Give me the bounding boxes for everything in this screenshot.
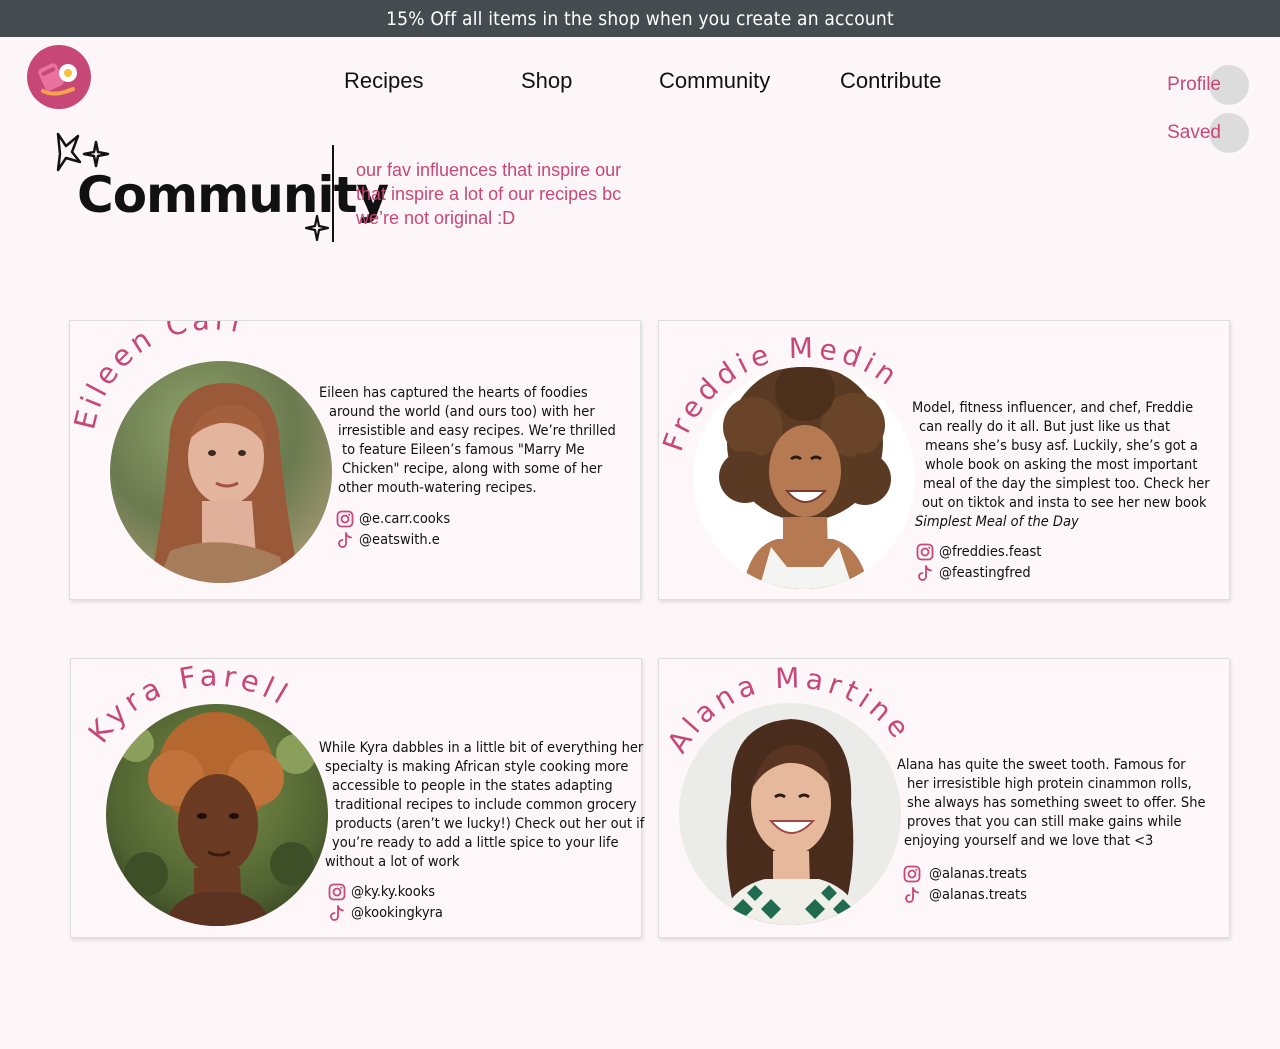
bio-line: means she’s busy asf. Luckily, she’s got… [925, 438, 1198, 454]
influencer-bio: Eileen has captured the hearts of foodie… [319, 384, 616, 498]
instagram-handle: @alanas.treats [929, 866, 1027, 882]
bio-line: to feature Eileen’s famous "Marry Me [342, 442, 585, 458]
bio-line: products (aren’t we lucky!) Check out he… [335, 816, 645, 832]
bio-line: Model, fitness influencer, and chef, Fre… [912, 400, 1194, 416]
instagram-icon [903, 865, 921, 883]
bio-line: whole book on asking the most important [925, 457, 1198, 473]
saved-label: Saved [1167, 122, 1221, 143]
influencer-card-kyra: Kyra Farell While Kyra dabbles in a litt… [70, 658, 644, 938]
hero-subtitle: our fav influences that inspire our that… [356, 158, 636, 230]
instagram-icon [916, 543, 934, 561]
instagram-handle: @ky.ky.kooks [351, 884, 436, 900]
tiktok-link[interactable]: @kookingkyra [328, 904, 443, 922]
influencer-card-alana: Alana Martinez Alana has quite the sweet… [658, 658, 1230, 938]
bio-line: Alana has quite the sweet tooth. Famous … [897, 757, 1186, 773]
instagram-handle: @freddies.feast [939, 544, 1042, 560]
hero-subtitle-line: that inspire a lot of our recipes bc [356, 184, 622, 204]
instagram-icon [336, 510, 354, 528]
profile-link[interactable]: Profile [1167, 65, 1249, 105]
page-title: Community [77, 166, 389, 224]
nav-shop[interactable]: Shop [521, 68, 572, 94]
tiktok-handle: @alanas.treats [929, 887, 1027, 903]
influencer-bio: Alana has quite the sweet tooth. Famous … [897, 756, 1206, 851]
tiktok-icon [905, 887, 919, 903]
influencer-card-eileen: Eileen Carr Eileen has captured the hear… [69, 320, 641, 600]
influencer-portrait [110, 361, 332, 583]
hero-divider [332, 145, 334, 242]
instagram-link[interactable]: @freddies.feast [916, 543, 1041, 561]
promo-banner: 15% Off all items in the shop when you c… [0, 0, 1280, 37]
bio-line: traditional recipes to include common gr… [335, 797, 637, 813]
bio-line: irresistible and easy recipes. We’re thr… [338, 423, 616, 439]
influencer-portrait [106, 704, 328, 926]
bio-line: without a lot of work [325, 854, 460, 870]
hero-subtitle-line: we’re not original :D [356, 208, 516, 228]
instagram-link[interactable]: @alanas.treats [903, 865, 1027, 883]
nav-community[interactable]: Community [659, 68, 770, 94]
hero-subtitle-line: our fav influences that inspire our [356, 160, 622, 180]
bio-line: meal of the day the simplest too. Check … [923, 476, 1210, 492]
influencer-portrait [679, 703, 901, 925]
bio-line: other mouth-watering recipes. [338, 480, 537, 496]
bio-line: around the world (and ours too) with her [329, 404, 595, 420]
tiktok-icon [330, 905, 344, 921]
bio-line: Chicken" recipe, along with some of her [342, 461, 603, 477]
bio-line: specialty is making African style cookin… [325, 759, 629, 775]
bio-line: accessible to people in the states adapt… [332, 778, 613, 794]
book-title: Simplest Meal of the Day [915, 514, 1079, 530]
promo-text: 15% Off all items in the shop when you c… [386, 7, 894, 30]
bio-line: you’re ready to add a little spice to yo… [332, 835, 619, 851]
tiktok-link[interactable]: @alanas.treats [903, 886, 1027, 904]
nav-recipes[interactable]: Recipes [344, 68, 423, 94]
tiktok-link[interactable]: @feastingfred [916, 564, 1031, 582]
influencer-card-freddie: Freddie Medina Model, fitness influencer… [658, 320, 1230, 600]
bio-line: can really do it all. But just like us t… [919, 419, 1171, 435]
influencer-bio: While Kyra dabbles in a little bit of ev… [319, 739, 644, 872]
bio-line: Eileen has captured the hearts of foodie… [319, 385, 588, 401]
tiktok-handle: @eatswith.e [359, 532, 440, 548]
instagram-link[interactable]: @ky.ky.kooks [328, 883, 435, 901]
tiktok-icon [918, 565, 932, 581]
tiktok-handle: @kookingkyra [351, 905, 443, 921]
bio-line: her irresistible high protein cinammon r… [907, 776, 1192, 792]
bio-line: enjoying yourself and we love that <3 [904, 833, 1154, 849]
tiktok-link[interactable]: @eatswith.e [336, 531, 440, 549]
profile-label: Profile [1167, 74, 1221, 95]
nav-contribute[interactable]: Contribute [840, 68, 942, 94]
food-logo-icon [38, 63, 77, 96]
site-logo[interactable] [27, 45, 91, 109]
bio-line: While Kyra dabbles in a little bit of ev… [319, 740, 644, 756]
bio-line: she always has something sweet to offer.… [907, 795, 1206, 811]
influencer-bio: Model, fitness influencer, and chef, Fre… [912, 399, 1210, 532]
instagram-link[interactable]: @e.carr.cooks [336, 510, 450, 528]
instagram-handle: @e.carr.cooks [359, 511, 451, 527]
instagram-icon [328, 883, 346, 901]
saved-link[interactable]: Saved [1167, 113, 1249, 153]
bio-line: out on tiktok and insta to see her new b… [922, 495, 1207, 511]
tiktok-handle: @feastingfred [939, 565, 1031, 581]
influencer-portrait [693, 367, 915, 589]
tiktok-icon [338, 532, 352, 548]
bio-line: proves that you can still make gains whi… [907, 814, 1182, 830]
